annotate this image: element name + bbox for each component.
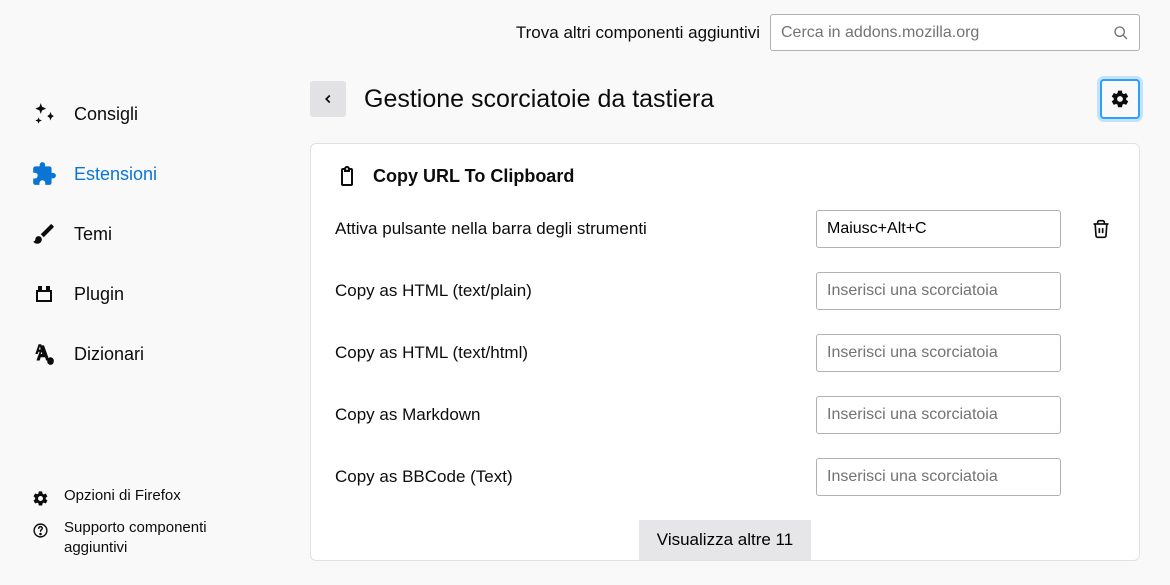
- shortcut-label: Attiva pulsante nella barra degli strume…: [335, 219, 796, 239]
- shortcut-input[interactable]: [816, 458, 1061, 496]
- shortcut-row: Attiva pulsante nella barra degli strume…: [335, 210, 1115, 248]
- page-title: Gestione scorciatoie da tastiera: [364, 85, 1082, 114]
- shortcut-label: Copy as Markdown: [335, 405, 796, 425]
- shortcut-row: Copy as Markdown: [335, 396, 1115, 434]
- help-icon: [30, 520, 50, 540]
- clipboard-icon: [335, 164, 359, 188]
- shortcut-label: Copy as BBCode (Text): [335, 467, 796, 487]
- shortcut-label: Copy as HTML (text/plain): [335, 281, 796, 301]
- sidebar-label: Temi: [74, 224, 112, 245]
- sidebar-label: Plugin: [74, 284, 124, 305]
- dictionary-icon: [30, 340, 58, 368]
- shortcut-input[interactable]: [816, 210, 1061, 248]
- sidebar-label: Estensioni: [74, 164, 157, 185]
- topbar: Trova altri componenti aggiuntivi: [310, 0, 1170, 51]
- delete-shortcut-button[interactable]: [1087, 215, 1115, 243]
- brush-icon: [30, 220, 58, 248]
- search-icon: [1113, 25, 1129, 41]
- shortcut-input[interactable]: [816, 396, 1061, 434]
- settings-gear-button[interactable]: [1100, 79, 1140, 119]
- sidebar-item-consigli[interactable]: Consigli: [30, 90, 310, 138]
- sidebar-item-estensioni[interactable]: Estensioni: [30, 150, 310, 198]
- sidebar: Consigli Estensioni Temi Plugin: [0, 0, 310, 585]
- shortcut-label: Copy as HTML (text/html): [335, 343, 796, 363]
- main-content: Trova altri componenti aggiuntivi Gestio…: [310, 0, 1170, 585]
- extension-name: Copy URL To Clipboard: [373, 166, 574, 187]
- sidebar-item-plugin[interactable]: Plugin: [30, 270, 310, 318]
- gear-icon: [30, 488, 50, 508]
- show-more-button[interactable]: Visualizza altre 11: [639, 520, 811, 560]
- find-addons-label: Trova altri componenti aggiuntivi: [516, 23, 760, 43]
- back-button[interactable]: [310, 81, 346, 117]
- footer-label: Opzioni di Firefox: [64, 486, 181, 506]
- header-row: Gestione scorciatoie da tastiera: [310, 51, 1170, 119]
- puzzle-icon: [30, 160, 58, 188]
- shortcut-input[interactable]: [816, 272, 1061, 310]
- extension-header: Copy URL To Clipboard: [335, 164, 1115, 188]
- extension-card: Copy URL To Clipboard Attiva pulsante ne…: [310, 143, 1140, 561]
- show-more-row: Visualizza altre 11: [335, 520, 1115, 560]
- search-box[interactable]: [770, 14, 1140, 51]
- search-input[interactable]: [781, 24, 1113, 42]
- sidebar-label: Consigli: [74, 104, 138, 125]
- footer-item-supporto[interactable]: Supporto componenti aggiuntivi: [30, 518, 310, 557]
- plugin-icon: [30, 280, 58, 308]
- shortcut-row: Copy as HTML (text/plain): [335, 272, 1115, 310]
- footer-label: Supporto componenti aggiuntivi: [64, 518, 264, 557]
- shortcut-input[interactable]: [816, 334, 1061, 372]
- shortcut-row: Copy as BBCode (Text): [335, 458, 1115, 496]
- footer-item-opzioni[interactable]: Opzioni di Firefox: [30, 486, 310, 508]
- shortcut-row: Copy as HTML (text/html): [335, 334, 1115, 372]
- sidebar-label: Dizionari: [74, 344, 144, 365]
- sidebar-item-dizionari[interactable]: Dizionari: [30, 330, 310, 378]
- sparkle-icon: [30, 100, 58, 128]
- sidebar-item-temi[interactable]: Temi: [30, 210, 310, 258]
